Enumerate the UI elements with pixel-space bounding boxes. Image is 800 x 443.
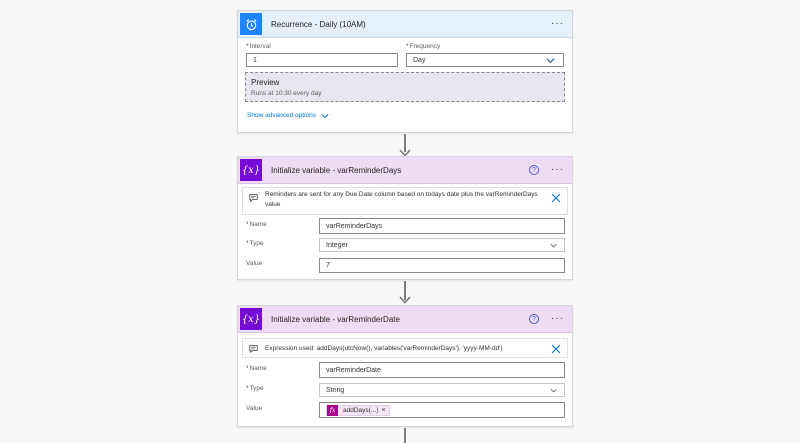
name-value: varReminderDays	[326, 222, 383, 230]
help-circle-icon[interactable]: ?	[529, 314, 539, 324]
type-row: *Type String	[238, 383, 572, 397]
close-icon[interactable]	[551, 344, 561, 354]
interval-label: *Interval	[246, 43, 271, 50]
value-label: Value	[246, 405, 263, 412]
value-row: Value 7	[238, 258, 572, 273]
comment-icon	[249, 345, 258, 353]
init-variable-days-card[interactable]: {x} Initialize variable - varReminderDay…	[237, 156, 573, 280]
frequency-label: *Frequency	[406, 43, 441, 50]
flow-connector	[404, 428, 406, 443]
expression-token[interactable]: fx addDays(...) ×	[326, 405, 390, 416]
preview-box: Preview Runs at 10:30 every day	[245, 72, 565, 102]
arrow-down-icon	[399, 296, 411, 304]
comment-box: Reminders are sent for any Due Date colu…	[242, 187, 568, 215]
chevron-down-icon	[321, 113, 329, 118]
type-select[interactable]: String	[319, 383, 565, 397]
type-value: Integer	[326, 241, 348, 249]
name-value: varReminderDate	[326, 366, 381, 374]
interval-input[interactable]: 1	[246, 53, 398, 67]
comment-text: Expression used: addDays(utcNow(), varia…	[265, 345, 503, 352]
remove-token-button[interactable]: ×	[381, 407, 388, 414]
name-row: *Name varReminderDate	[238, 362, 572, 378]
type-label: *Type	[246, 240, 264, 247]
advanced-link-label: Show advanced options	[247, 112, 317, 119]
frequency-value: Day	[413, 56, 426, 64]
chevron-down-icon	[546, 58, 555, 64]
comment-icon	[249, 194, 258, 202]
help-circle-icon[interactable]: ?	[529, 165, 539, 175]
recurrence-title: Recurrence - Daily (10AM)	[271, 19, 366, 29]
value-input[interactable]: 7	[319, 258, 565, 273]
type-select[interactable]: Integer	[319, 238, 565, 252]
recurrence-header[interactable]: Recurrence - Daily (10AM) ···	[238, 11, 572, 38]
comment-box: Expression used: addDays(utcNow(), varia…	[242, 338, 568, 358]
more-options-button[interactable]: ···	[551, 314, 564, 324]
type-row: *Type Integer	[238, 238, 572, 252]
value-row: Value fx addDays(...) ×	[238, 402, 572, 418]
chevron-down-icon	[550, 388, 557, 393]
value-label: Value	[246, 260, 263, 267]
name-input[interactable]: varReminderDate	[319, 362, 565, 378]
function-icon: fx	[327, 405, 338, 416]
curly-x-icon: {x}	[240, 159, 262, 181]
preview-title: Preview	[251, 78, 280, 87]
close-icon[interactable]	[551, 193, 561, 203]
init-variable-date-card[interactable]: {x} Initialize variable - varReminderDat…	[237, 305, 573, 427]
name-label: *Name	[246, 365, 267, 372]
alarm-clock-icon	[240, 13, 262, 35]
interval-value: 1	[253, 56, 257, 64]
chevron-down-icon	[550, 243, 557, 248]
name-input[interactable]: varReminderDays	[319, 218, 565, 234]
value-value: 7	[326, 262, 330, 269]
frequency-select[interactable]: Day	[406, 53, 564, 67]
name-label: *Name	[246, 221, 267, 228]
more-options-button[interactable]: ···	[551, 165, 564, 175]
comment-text: Reminders are sent for any Due Date colu…	[265, 191, 538, 208]
init-variable-date-header[interactable]: {x} Initialize variable - varReminderDat…	[238, 306, 572, 333]
type-value: String	[326, 386, 345, 394]
init-variable-days-header[interactable]: {x} Initialize variable - varReminderDay…	[238, 157, 572, 184]
name-row: *Name varReminderDays	[238, 218, 572, 234]
show-advanced-options-link[interactable]: Show advanced options	[247, 112, 329, 119]
recurrence-card[interactable]: Recurrence - Daily (10AM) ··· *Interval …	[237, 10, 573, 133]
type-label: *Type	[246, 385, 264, 392]
init-variable-date-title: Initialize variable - varReminderDate	[271, 314, 400, 324]
more-options-button[interactable]: ···	[551, 19, 564, 29]
value-input[interactable]: fx addDays(...) ×	[319, 402, 565, 418]
token-label: addDays(...)	[343, 407, 379, 414]
curly-x-icon: {x}	[240, 308, 262, 330]
init-variable-days-title: Initialize variable - varReminderDays	[271, 165, 402, 175]
preview-text: Runs at 10:30 every day	[251, 90, 322, 97]
